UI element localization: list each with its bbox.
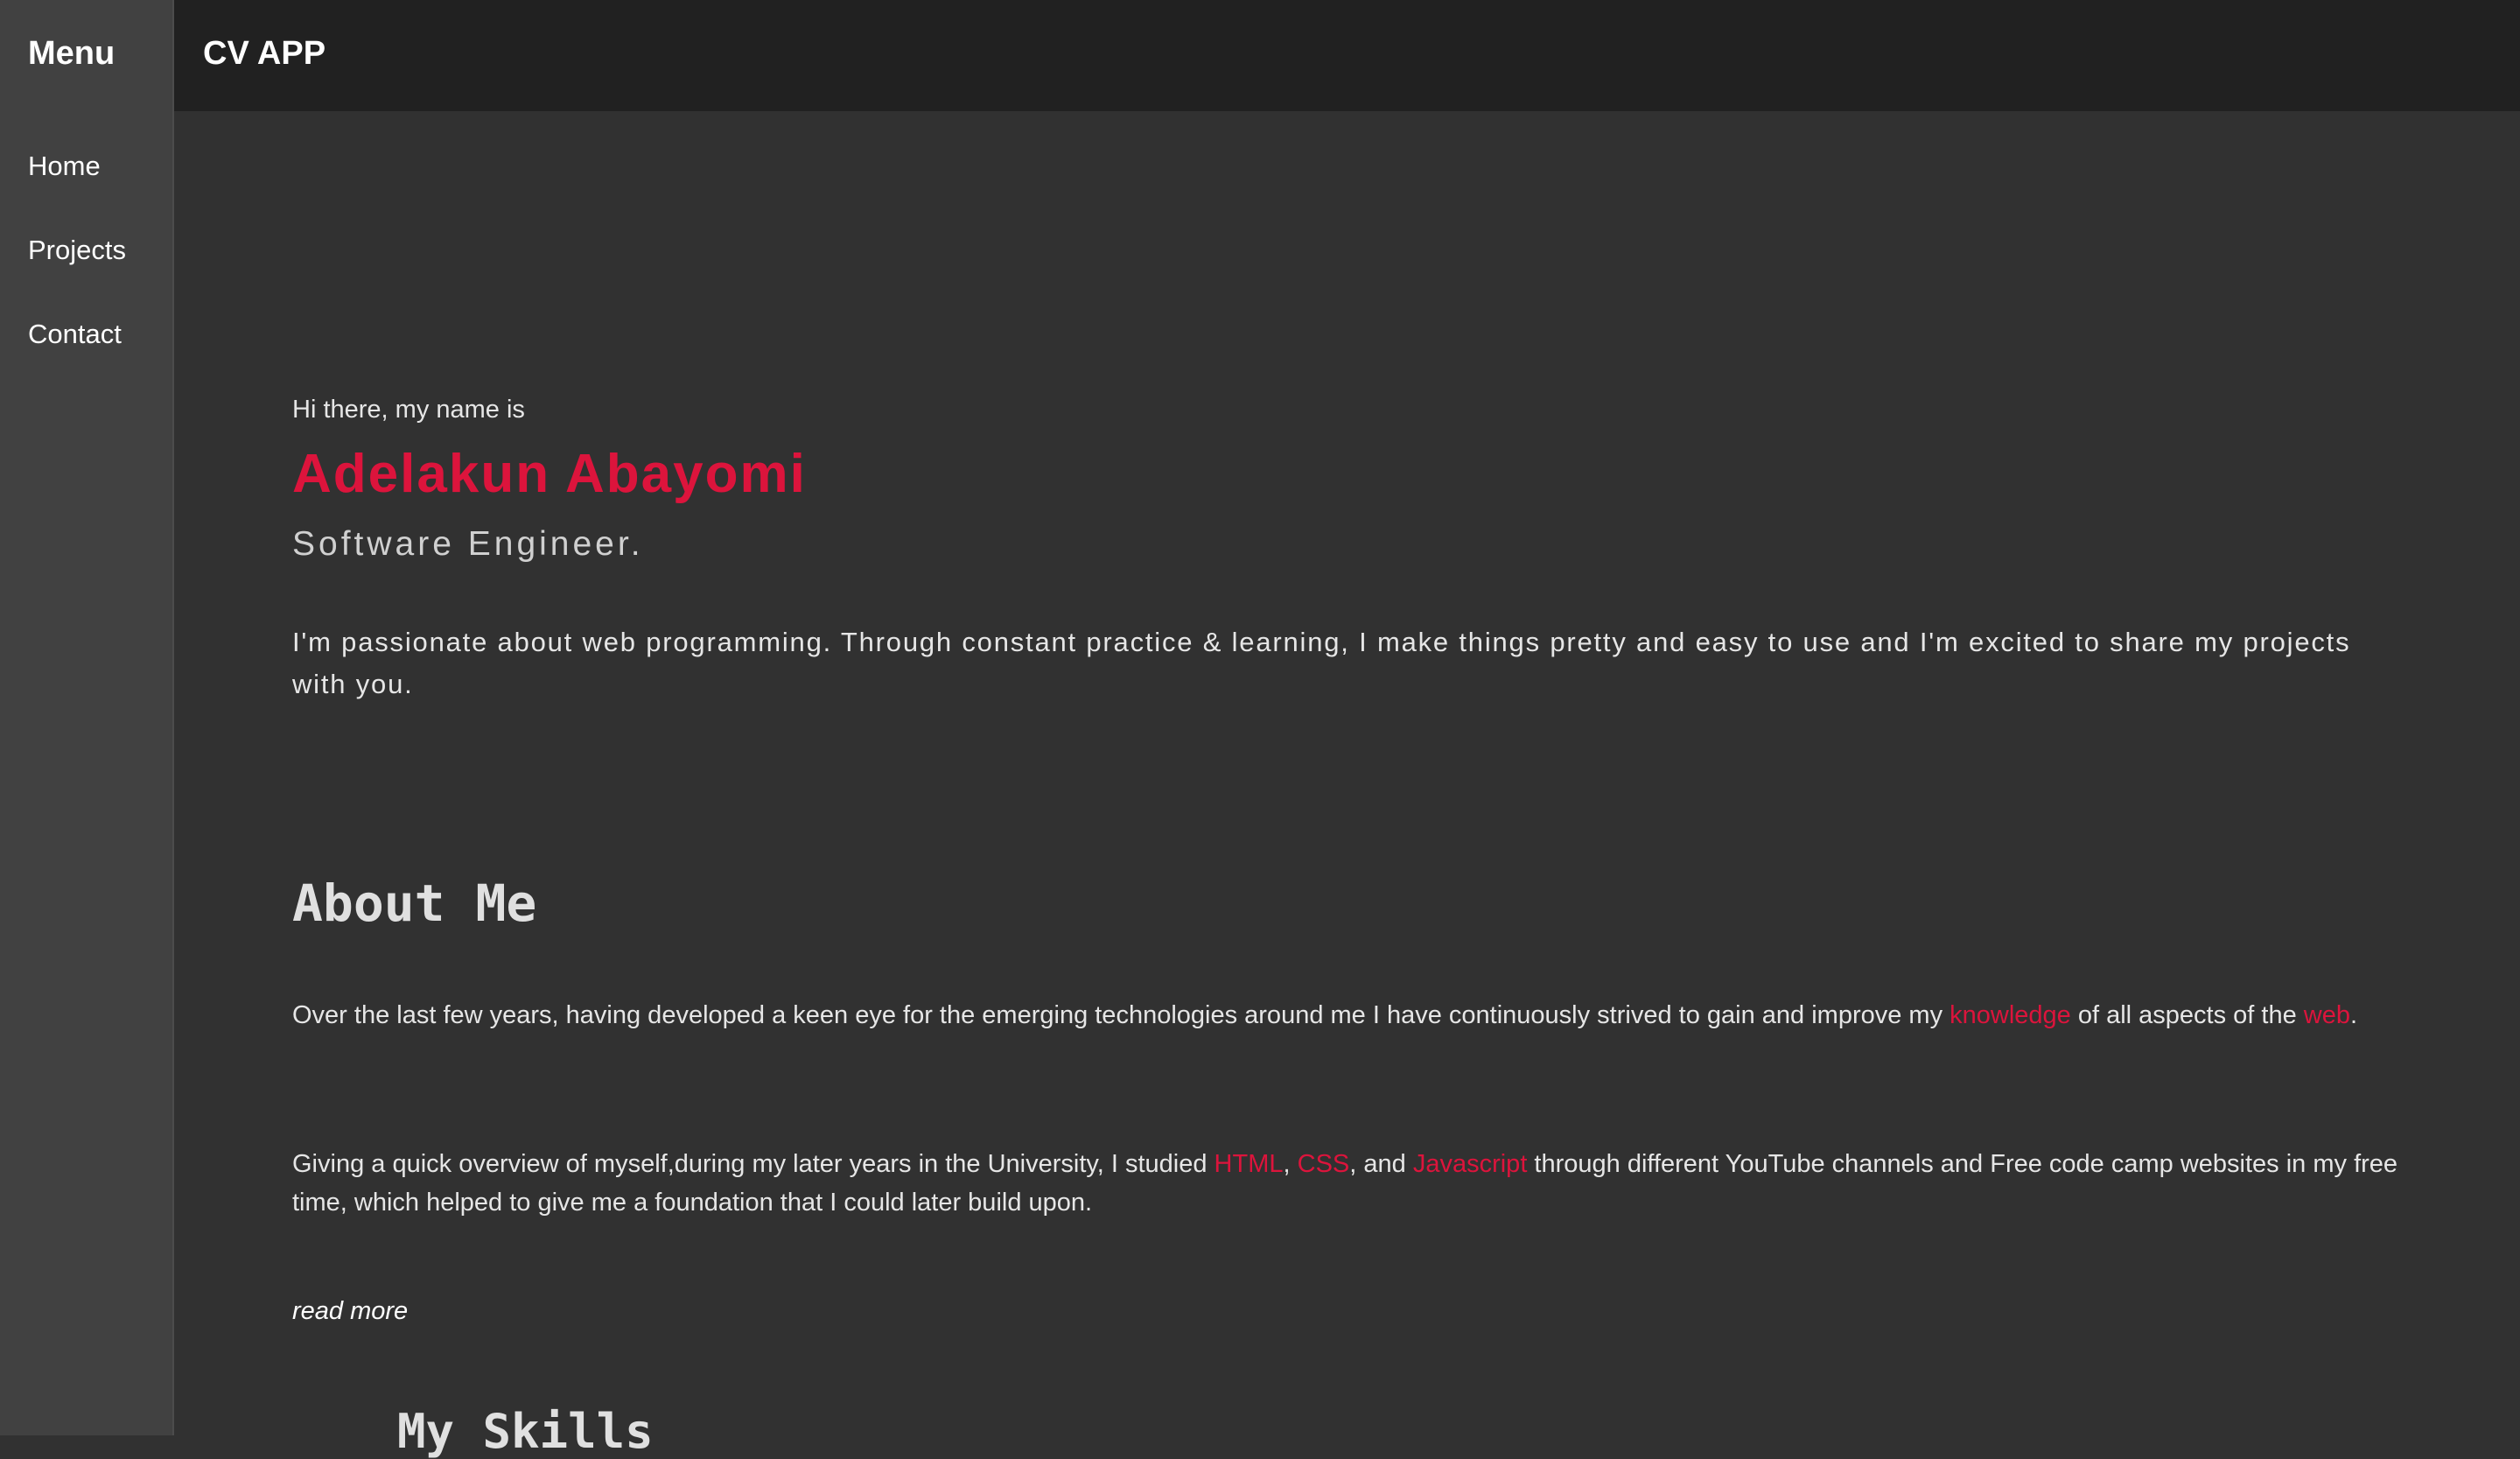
job-title: Software Engineer. [292, 525, 644, 563]
greeting: Hi there, my name is [292, 396, 525, 424]
text: , [1283, 1150, 1298, 1178]
sidebar-item-contact[interactable]: Contact [28, 319, 122, 350]
highlight-knowledge: knowledge [1950, 1001, 2071, 1029]
menu-title: Menu [28, 35, 116, 72]
text: of all aspects of the [2070, 1001, 2304, 1029]
sidebar-item-home[interactable]: Home [28, 151, 101, 182]
text: . [2349, 1001, 2358, 1029]
read-more-link[interactable]: read more [292, 1297, 408, 1326]
app-header: CV APP [174, 0, 2520, 111]
text: Giving a quick overview of myself,during… [292, 1150, 1214, 1178]
text: Over the last few years, having develope… [292, 1001, 1950, 1029]
about-heading: About Me [292, 873, 537, 933]
highlight-css: CSS [1297, 1150, 1350, 1178]
highlight-html: HTML [1214, 1150, 1284, 1178]
sidebar-item-projects[interactable]: Projects [28, 235, 126, 266]
sidebar: Menu Home Projects Contact [0, 0, 174, 1435]
intro-text: I'm passionate about web programming. Th… [292, 627, 2351, 699]
person-name: Adelakun Abayomi [292, 444, 807, 504]
about-paragraph-1: Over the last few years, having develope… [292, 996, 2410, 1035]
text: , and [1349, 1150, 1413, 1178]
highlight-web: web [2303, 1001, 2350, 1029]
app-title: CV APP [203, 35, 326, 72]
about-paragraph-2: Giving a quick overview of myself,during… [292, 1145, 2410, 1222]
highlight-javascript: Javascript [1412, 1150, 1528, 1178]
skills-heading: My Skills [397, 1404, 654, 1459]
